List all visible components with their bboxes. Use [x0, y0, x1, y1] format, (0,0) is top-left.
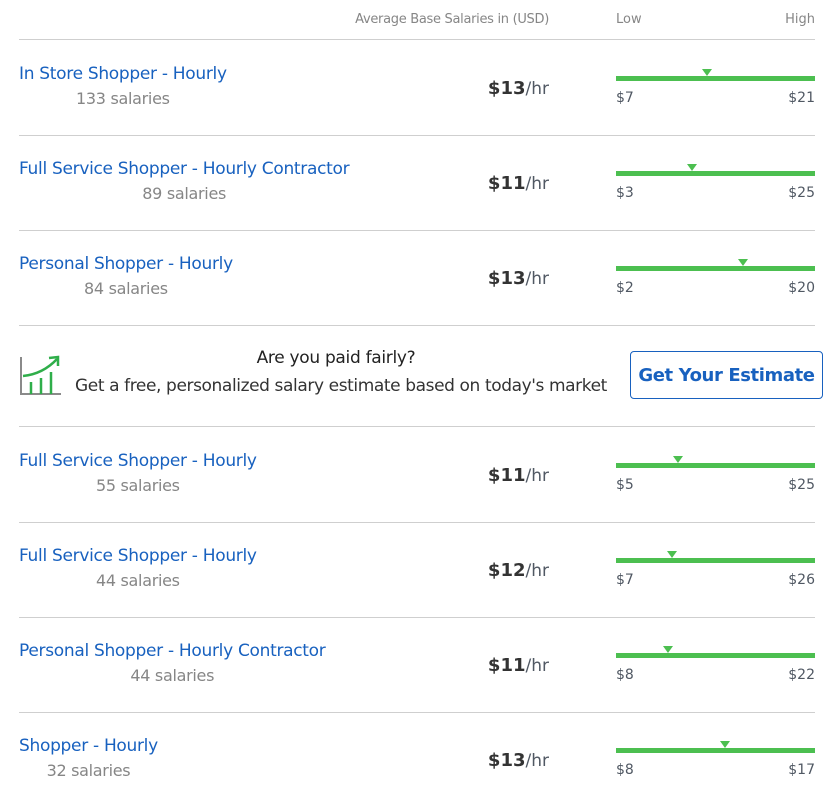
- average-marker-icon: [672, 456, 683, 463]
- average-pay: $12/hr: [488, 560, 549, 581]
- salary-count: 84 salaries: [84, 279, 168, 298]
- range-bar: [616, 748, 815, 753]
- pay-unit: /hr: [525, 174, 550, 194]
- job-title-link[interactable]: Full Service Shopper - Hourly Contractor: [19, 159, 350, 179]
- job-title-link[interactable]: Personal Shopper - Hourly: [19, 254, 233, 274]
- job-title-link[interactable]: Personal Shopper - Hourly Contractor: [19, 641, 326, 661]
- get-your-estimate-button[interactable]: Get Your Estimate: [630, 351, 823, 399]
- range-low-value: $2: [616, 280, 634, 296]
- pay-unit: /hr: [525, 561, 550, 581]
- salary-row: Personal Shopper - Hourly Contractor 44 …: [19, 617, 815, 713]
- salary-range: $2 $20: [616, 259, 815, 306]
- salary-count: 55 salaries: [95, 476, 180, 495]
- range-high-value: $25: [788, 477, 815, 493]
- range-high-value: $20: [788, 280, 815, 296]
- average-marker-icon: [738, 259, 749, 266]
- salary-range: $7 $26: [616, 551, 815, 598]
- range-high-value: $22: [788, 667, 815, 683]
- average-pay: $13/hr: [488, 750, 549, 771]
- range-low-value: $7: [616, 90, 634, 106]
- salary-count: 44 salaries: [130, 666, 215, 685]
- low-column-header: Low: [616, 12, 642, 27]
- promo-description: Get a free, personalized salary estimate…: [75, 376, 607, 396]
- salary-row: Full Service Shopper - Hourly 55 salarie…: [19, 427, 815, 523]
- salary-range: $8 $22: [616, 646, 815, 693]
- average-marker-icon: [666, 551, 677, 558]
- pay-amount: $11: [487, 465, 526, 486]
- range-high-value: $25: [788, 185, 815, 201]
- pay-amount: $13: [487, 268, 526, 289]
- average-marker-icon: [701, 69, 712, 76]
- average-pay: $13/hr: [488, 268, 549, 289]
- range-bar: [616, 653, 815, 658]
- pay-amount: $12: [487, 560, 526, 581]
- range-bar: [616, 76, 815, 81]
- average-pay: $11/hr: [488, 173, 549, 194]
- table-header: Average Base Salaries in (USD) Low High: [19, 0, 815, 40]
- range-bar: [616, 463, 815, 468]
- range-low-value: $3: [616, 185, 634, 201]
- pay-unit: /hr: [525, 466, 550, 486]
- pay-unit: /hr: [525, 751, 550, 771]
- salary-row: Full Service Shopper - Hourly 44 salarie…: [19, 522, 815, 618]
- pay-unit: /hr: [525, 79, 550, 99]
- average-marker-icon: [662, 646, 673, 653]
- salary-count: 133 salaries: [76, 89, 170, 108]
- promo-question: Are you paid fairly?: [256, 348, 416, 368]
- pay-unit: /hr: [525, 656, 550, 676]
- pay-amount: $13: [487, 750, 526, 771]
- salary-count: 32 salaries: [46, 761, 131, 780]
- pay-amount: $11: [487, 173, 526, 194]
- range-low-value: $7: [616, 572, 634, 588]
- average-marker-icon: [720, 741, 731, 748]
- range-high-value: $21: [788, 90, 815, 106]
- average-pay: $13/hr: [488, 78, 549, 99]
- range-low-value: $8: [616, 667, 634, 683]
- range-high-value: $17: [788, 762, 815, 778]
- high-column-header: High: [785, 12, 815, 27]
- salary-range: $3 $25: [616, 164, 815, 211]
- range-low-value: $8: [616, 762, 634, 778]
- job-title-link[interactable]: Full Service Shopper - Hourly: [19, 451, 257, 471]
- salary-row: Shopper - Hourly 32 salaries $13/hr $8 $…: [19, 712, 815, 807]
- salary-range: $7 $21: [616, 69, 815, 116]
- growth-chart-icon: [20, 355, 61, 395]
- job-title-link[interactable]: Shopper - Hourly: [19, 736, 158, 756]
- pay-amount: $13: [487, 78, 526, 99]
- job-title-link[interactable]: Full Service Shopper - Hourly: [19, 546, 257, 566]
- average-pay: $11/hr: [488, 465, 549, 486]
- salary-row: In Store Shopper - Hourly 133 salaries $…: [19, 40, 815, 136]
- range-high-value: $26: [788, 572, 815, 588]
- job-title-link[interactable]: In Store Shopper - Hourly: [19, 64, 227, 84]
- salary-range: $8 $17: [616, 741, 815, 788]
- salary-range: $5 $25: [616, 456, 815, 503]
- average-pay: $11/hr: [488, 655, 549, 676]
- average-salary-column-header: Average Base Salaries in (USD): [355, 12, 549, 27]
- pay-unit: /hr: [525, 269, 550, 289]
- pay-amount: $11: [487, 655, 526, 676]
- range-bar: [616, 171, 815, 176]
- salary-row: Personal Shopper - Hourly 84 salaries $1…: [19, 230, 815, 326]
- range-bar: [616, 266, 815, 271]
- range-low-value: $5: [616, 477, 634, 493]
- salary-count: 44 salaries: [95, 571, 180, 590]
- salary-estimate-promo: Are you paid fairly? Get a free, persona…: [19, 326, 823, 427]
- salary-count: 89 salaries: [142, 184, 227, 203]
- salary-row: Full Service Shopper - Hourly Contractor…: [19, 135, 815, 231]
- average-marker-icon: [686, 164, 697, 171]
- range-bar: [616, 558, 815, 563]
